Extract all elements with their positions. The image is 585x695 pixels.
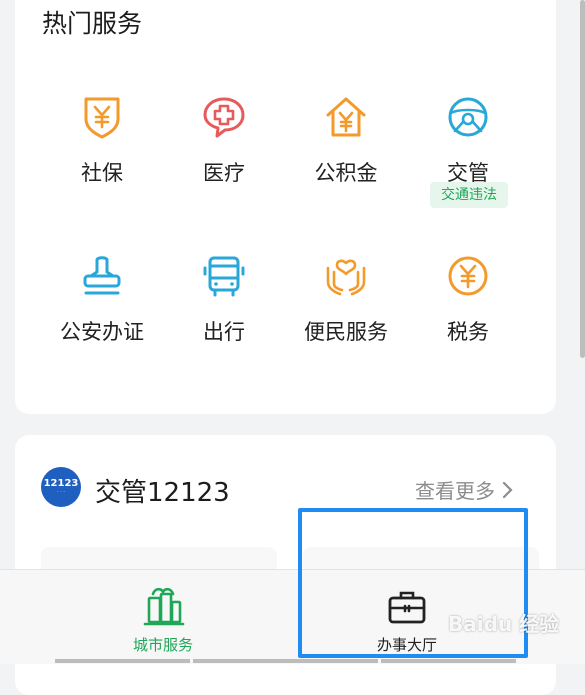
logo-text: 12123: [43, 478, 79, 489]
view-more-link[interactable]: 查看更多: [415, 475, 513, 504]
service-shebao[interactable]: 社保: [42, 95, 162, 187]
service-jiaoguan[interactable]: 交管: [408, 95, 528, 187]
yen-coin-icon: [448, 256, 488, 296]
traffic-violation-badge[interactable]: 交通违法: [430, 182, 508, 208]
service-yiliao[interactable]: 医疗: [164, 95, 284, 187]
steering-wheel-icon: [448, 97, 488, 137]
card-title: 交管12123: [95, 478, 230, 508]
chevron-right-icon: [502, 481, 513, 498]
service-label: 公安办证: [60, 320, 144, 344]
service-label: 社保: [81, 161, 123, 185]
city-buildings-icon: [143, 587, 185, 626]
shield-yen-icon: [84, 97, 120, 139]
home-indicator-segment: [381, 659, 516, 663]
heart-hands-icon: [326, 259, 366, 296]
stamp-icon: [83, 256, 121, 295]
bus-icon: [203, 256, 245, 297]
service-label: 出行: [203, 320, 245, 344]
section-title: 热门服务: [42, 9, 143, 38]
service-gongan[interactable]: 公安办证: [42, 254, 162, 346]
service-label: 医疗: [203, 161, 245, 185]
service-label: 税务: [447, 320, 489, 344]
view-more-label: 查看更多: [415, 479, 495, 503]
watermark: Baidu 经验: [448, 612, 560, 636]
service-bianmin[interactable]: 便民服务: [286, 254, 406, 346]
house-yen-icon: [326, 97, 366, 137]
service-label: 便民服务: [304, 320, 388, 344]
service-gongjijin[interactable]: 公积金: [286, 95, 406, 187]
service-label: 公积金: [314, 161, 378, 185]
tab-label: 城市服务: [132, 636, 193, 654]
home-indicator-segment: [55, 659, 190, 663]
logo-subline: · · ·: [57, 489, 65, 495]
jiaoguan-logo: 12123 · · ·: [41, 467, 81, 507]
home-indicator-segment: [193, 659, 378, 663]
service-shuiwu[interactable]: 税务: [408, 254, 528, 346]
scrollbar[interactable]: [580, 0, 585, 358]
tab-city-services[interactable]: 城市服务: [63, 570, 263, 664]
service-chuxing[interactable]: 出行: [164, 254, 284, 346]
medical-cross-icon: [203, 97, 245, 138]
